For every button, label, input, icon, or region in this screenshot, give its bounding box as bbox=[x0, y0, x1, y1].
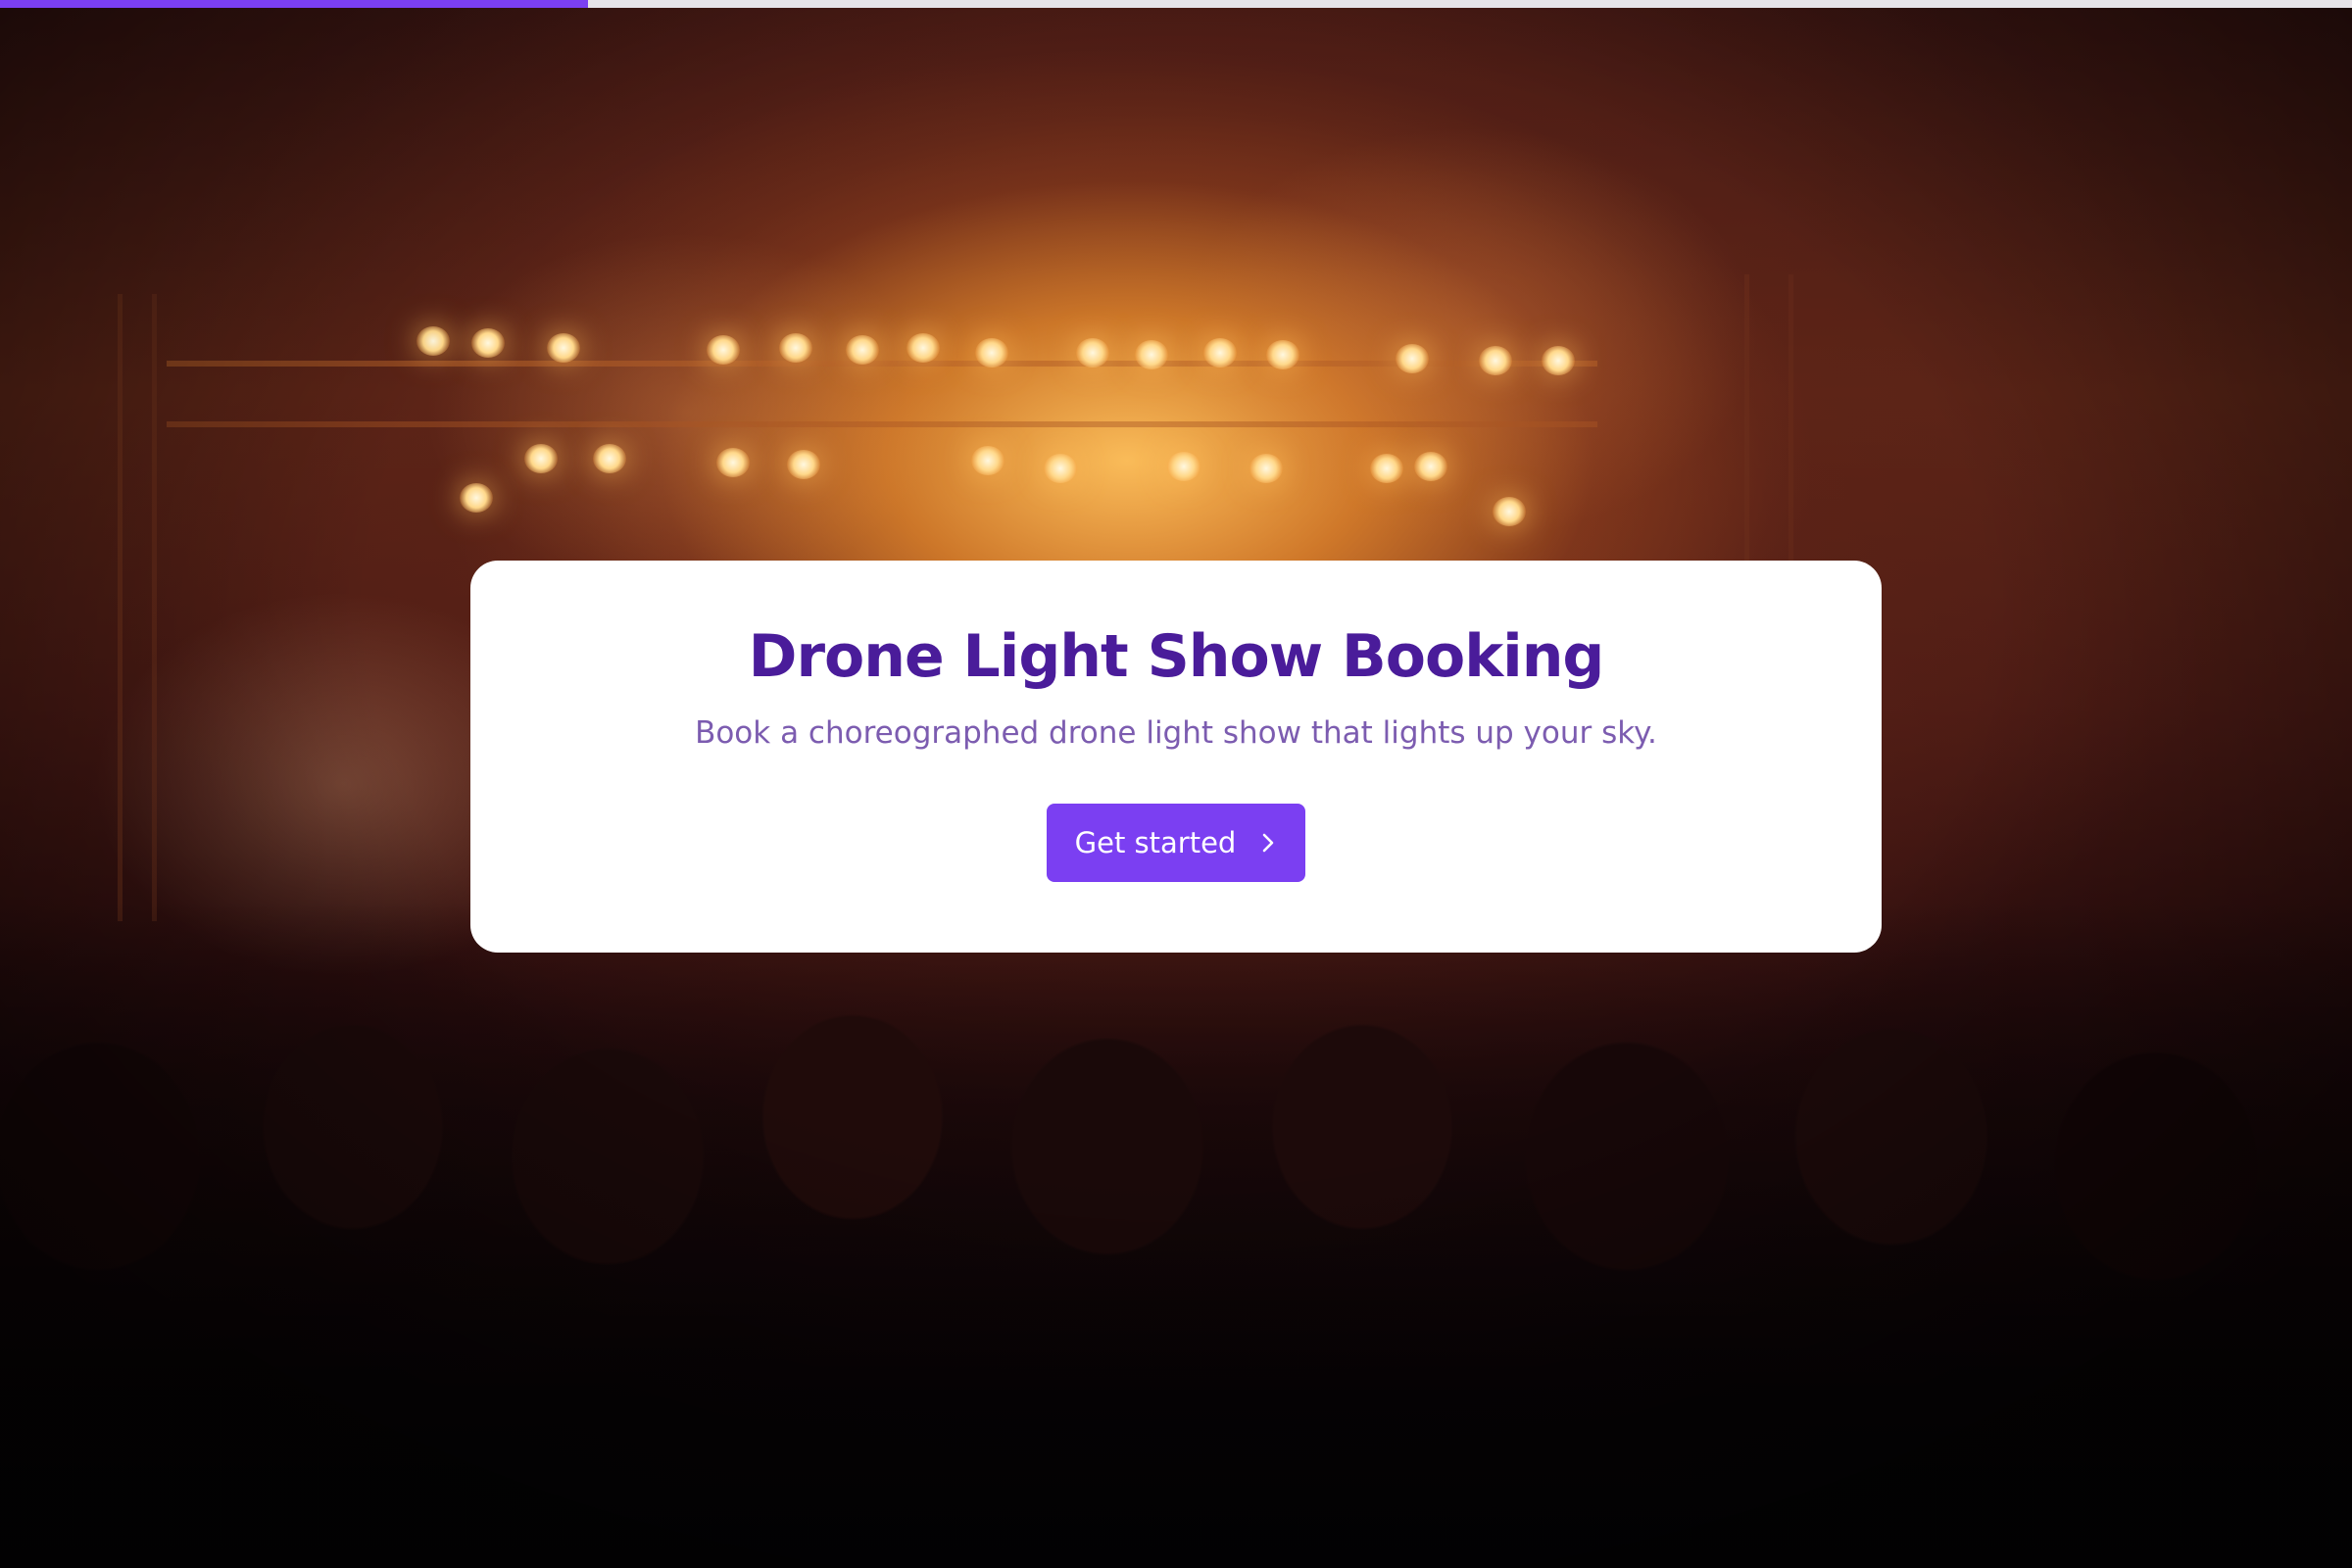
landing-page: Drone Light Show Booking Book a choreogr… bbox=[0, 0, 2352, 1568]
get-started-button[interactable]: Get started bbox=[1047, 804, 1305, 883]
progress-bar-fill bbox=[0, 0, 588, 8]
page-title: Drone Light Show Booking bbox=[748, 622, 1605, 691]
chevron-right-icon bbox=[1259, 831, 1277, 855]
progress-bar bbox=[0, 0, 2352, 8]
get-started-label: Get started bbox=[1074, 826, 1237, 860]
page-subtitle: Book a choreographed drone light show th… bbox=[695, 715, 1657, 751]
hero-card: Drone Light Show Booking Book a choreogr… bbox=[470, 561, 1882, 953]
